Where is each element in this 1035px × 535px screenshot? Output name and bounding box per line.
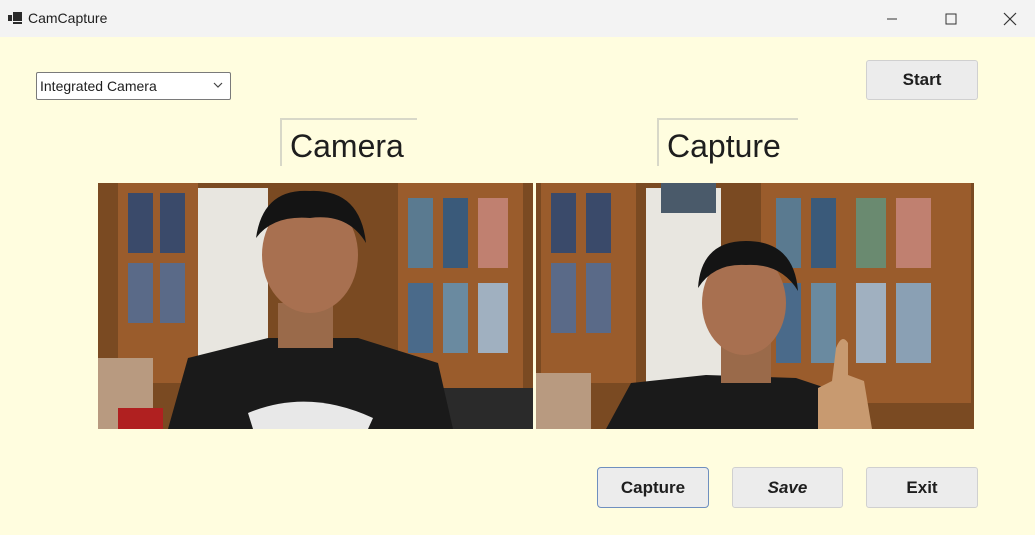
minimize-icon (887, 18, 897, 19)
camera-preview (98, 183, 533, 429)
maximize-icon (945, 13, 957, 24)
camera-select[interactable]: Integrated Camera (36, 72, 231, 100)
window-title: CamCapture (28, 10, 108, 26)
chevron-down-icon (213, 82, 223, 88)
capture-preview (536, 183, 974, 429)
close-button[interactable] (987, 0, 1033, 37)
camera-label: Camera (280, 118, 417, 166)
camera-select-value: Integrated Camera (40, 78, 157, 94)
app-icon (8, 12, 22, 24)
close-icon (1003, 12, 1017, 25)
save-button[interactable]: Save (732, 467, 843, 508)
maximize-button[interactable] (928, 0, 974, 37)
minimize-button[interactable] (869, 0, 915, 37)
capture-button[interactable]: Capture (597, 467, 709, 508)
camera-preview-image (98, 183, 533, 429)
capture-label: Capture (657, 118, 798, 166)
start-button[interactable]: Start (866, 60, 978, 100)
capture-preview-image (536, 183, 974, 429)
exit-button[interactable]: Exit (866, 467, 978, 508)
title-bar: CamCapture (0, 0, 1035, 37)
